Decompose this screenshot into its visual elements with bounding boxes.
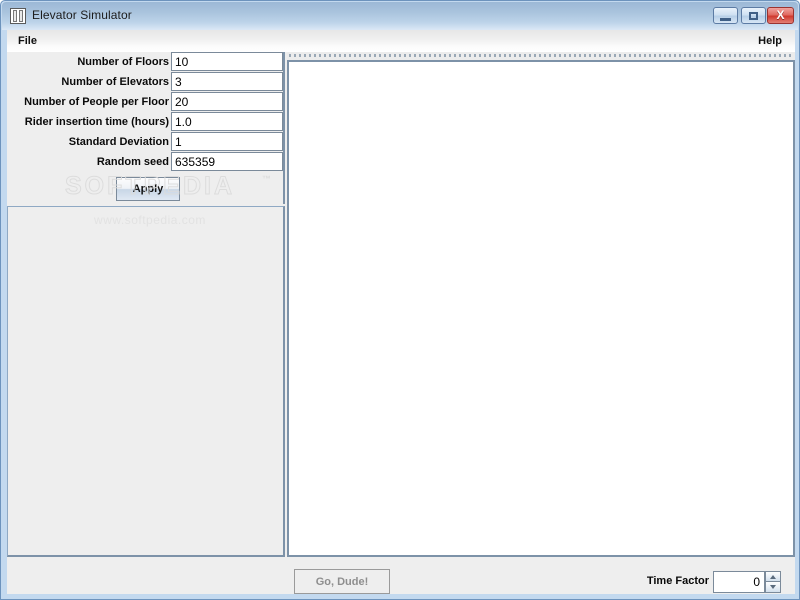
form-row: Number of People per Floor: [7, 92, 285, 112]
apply-button[interactable]: Apply: [116, 177, 180, 201]
input-random-seed[interactable]: [171, 152, 283, 171]
spinner-down-button[interactable]: [765, 582, 781, 593]
close-icon: X: [776, 8, 785, 22]
label-people-per-floor: Number of People per Floor: [24, 96, 169, 108]
label-random-seed: Random seed: [96, 156, 169, 168]
menu-item-help[interactable]: Help: [753, 33, 787, 49]
left-split-panel: Number of Floors Number of Elevators Num…: [7, 52, 285, 557]
apply-row: Apply: [7, 177, 283, 203]
label-number-of-floors: Number of Floors: [77, 56, 169, 68]
form-row: Rider insertion time (hours): [7, 112, 285, 132]
input-number-of-floors[interactable]: [171, 52, 283, 71]
maximize-icon: [749, 12, 758, 20]
elevator-doors-icon: [10, 8, 26, 24]
content-area: Number of Floors Number of Elevators Num…: [7, 52, 795, 594]
right-split-panel: [287, 52, 795, 557]
window-title: Elevator Simulator: [32, 8, 132, 22]
form-row: Number of Floors: [7, 52, 285, 72]
split-grip-icon: [289, 54, 793, 57]
menu-bar: File Help: [7, 30, 795, 53]
minimize-button[interactable]: [713, 7, 738, 24]
form-row: Standard Deviation: [7, 132, 285, 152]
input-rider-insertion-time[interactable]: [171, 112, 283, 131]
maximize-button[interactable]: [741, 7, 766, 24]
label-number-of-elevators: Number of Elevators: [61, 76, 169, 88]
time-factor-label: Time Factor: [646, 575, 709, 587]
go-dude-button[interactable]: Go, Dude!: [294, 569, 390, 594]
close-button[interactable]: X: [767, 7, 794, 24]
spinner-up-button[interactable]: [765, 571, 781, 582]
elevator-visualization-canvas[interactable]: [287, 62, 795, 557]
bottom-toolbar: Go, Dude! Time Factor: [7, 559, 795, 594]
chevron-up-icon: [770, 575, 776, 579]
time-factor-spinner: [713, 571, 781, 593]
label-standard-deviation: Standard Deviation: [68, 136, 169, 148]
form-row: Number of Elevators: [7, 72, 285, 92]
settings-form: Number of Floors Number of Elevators Num…: [7, 52, 285, 204]
menu-item-file[interactable]: File: [13, 33, 42, 49]
time-factor-input[interactable]: [713, 571, 765, 593]
chevron-down-icon: [770, 585, 776, 589]
minimize-icon: [720, 18, 731, 21]
input-people-per-floor[interactable]: [171, 92, 283, 111]
input-number-of-elevators[interactable]: [171, 72, 283, 91]
title-bar: Elevator Simulator X: [2, 2, 798, 30]
simulation-log-panel: [7, 206, 285, 557]
label-rider-insertion-time: Rider insertion time (hours): [24, 116, 169, 128]
application-window: Elevator Simulator X File Help Number of…: [0, 0, 800, 600]
split-pane-divider[interactable]: [287, 52, 795, 62]
input-standard-deviation[interactable]: [171, 132, 283, 151]
form-row: Random seed: [7, 152, 285, 172]
